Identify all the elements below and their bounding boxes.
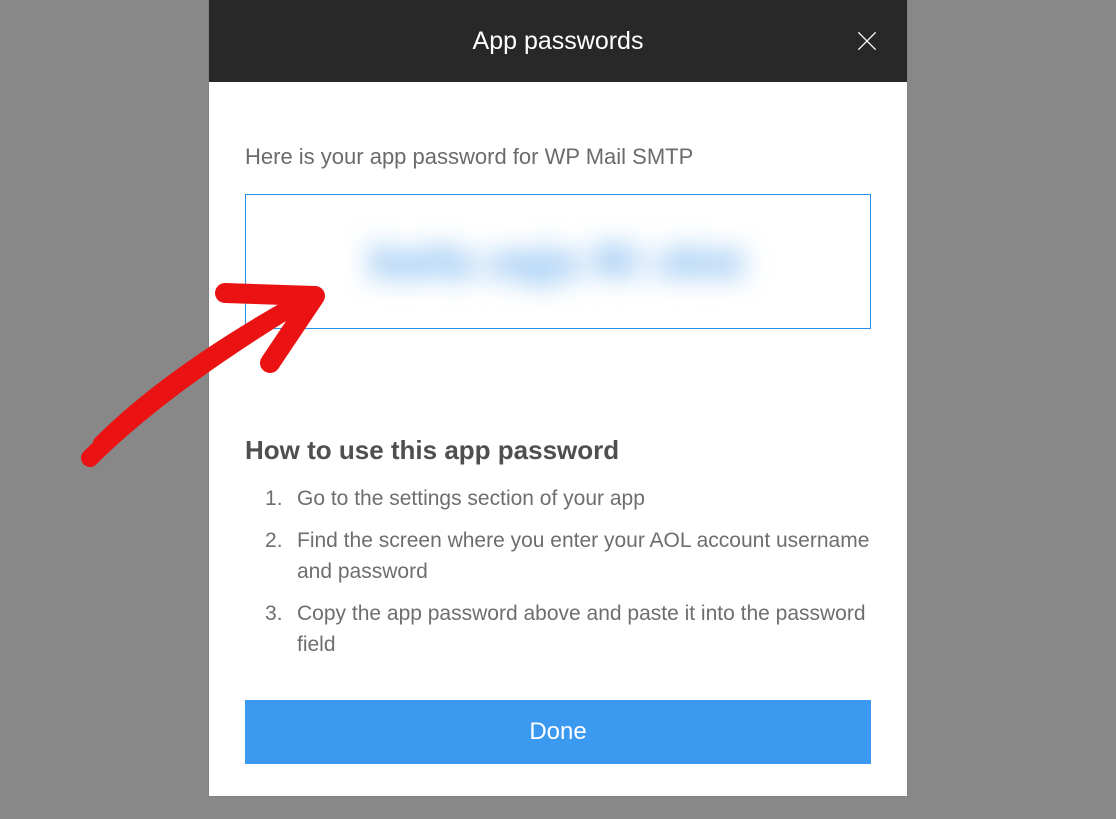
- instructions-list: Go to the settings section of your app F…: [245, 484, 871, 660]
- instruction-step: Copy the app password above and paste it…: [265, 599, 871, 660]
- modal-header: App passwords: [209, 0, 907, 82]
- password-value: bwfa oqjs Ri vkm: [370, 238, 745, 286]
- close-icon: [854, 28, 880, 54]
- modal-title: App passwords: [473, 27, 644, 56]
- instruction-step: Go to the settings section of your app: [265, 484, 871, 514]
- intro-text: Here is your app password for WP Mail SM…: [245, 144, 871, 170]
- password-display-box[interactable]: bwfa oqjs Ri vkm: [245, 194, 871, 329]
- modal-body: Here is your app password for WP Mail SM…: [209, 82, 907, 796]
- instructions-heading: How to use this app password: [245, 435, 871, 466]
- done-button[interactable]: Done: [245, 700, 871, 764]
- app-password-modal: App passwords Here is your app password …: [209, 0, 907, 796]
- close-button[interactable]: [851, 25, 883, 57]
- instruction-step: Find the screen where you enter your AOL…: [265, 526, 871, 587]
